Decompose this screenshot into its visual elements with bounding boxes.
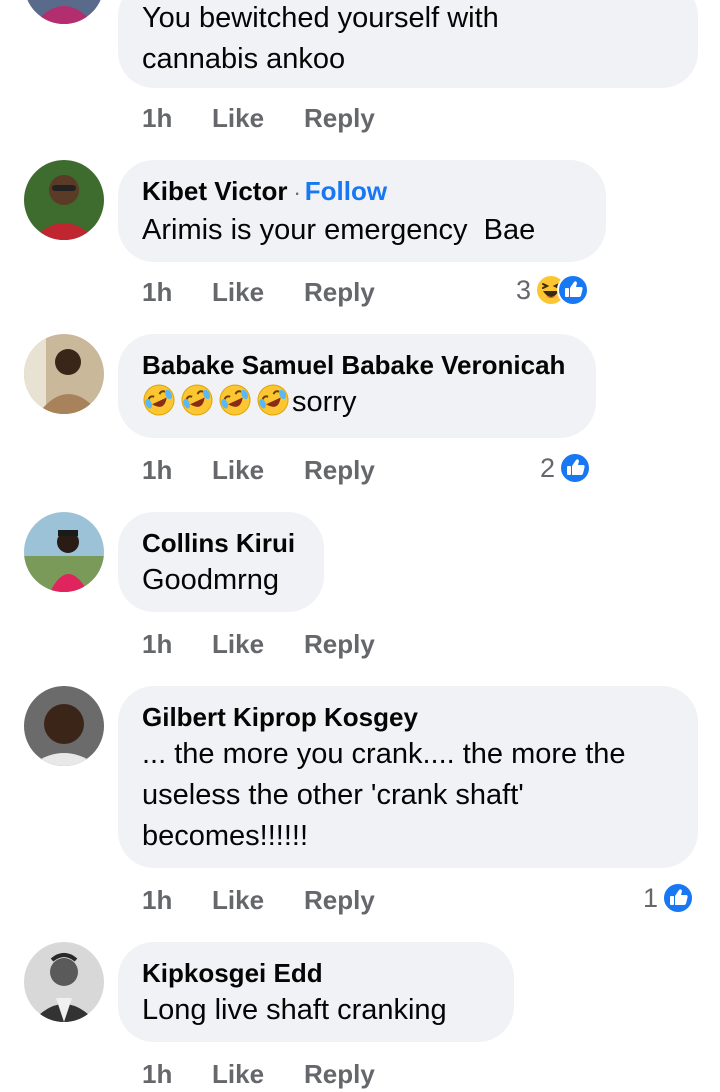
avatar[interactable]	[24, 0, 104, 24]
reaction-count: 3	[516, 275, 532, 305]
avatar[interactable]	[24, 686, 104, 766]
comment-actions: 1h Like Reply	[142, 100, 375, 136]
comment-actions: 1h Like Reply	[142, 1056, 375, 1092]
reply-button[interactable]: Reply	[304, 274, 375, 310]
comment-text: Arimis is your emergency Bae	[142, 214, 536, 246]
reaction-icons	[535, 273, 591, 307]
separator-dot: ·	[293, 180, 301, 205]
comment-actions: 1h Like Reply	[142, 274, 375, 310]
like-icon	[559, 452, 591, 484]
like-button[interactable]: Like	[212, 882, 304, 918]
comment-text: cannabis ankoo	[142, 43, 346, 75]
comment-bubble[interactable]: Kipkosgei Edd Long live shaft cranking	[118, 942, 514, 1042]
author-name[interactable]: Kibet Victor	[142, 176, 287, 206]
follow-button[interactable]: Follow	[305, 176, 387, 206]
comment-actions: 1h Like Reply	[142, 882, 375, 918]
like-button[interactable]: Like	[212, 274, 304, 310]
like-button[interactable]: Like	[212, 626, 304, 662]
reaction-summary[interactable]: 1	[643, 880, 694, 916]
comment-bubble[interactable]: You bewitched yourself with cannabis ank…	[118, 0, 698, 88]
comment-text: sorry	[142, 382, 572, 423]
like-button[interactable]: Like	[212, 100, 304, 136]
avatar[interactable]	[24, 512, 104, 592]
like-button[interactable]: Like	[212, 1056, 304, 1092]
reply-button[interactable]: Reply	[304, 452, 375, 488]
like-icon	[557, 274, 589, 306]
reply-button[interactable]: Reply	[304, 1056, 375, 1092]
reaction-summary[interactable]: 3	[516, 272, 591, 308]
timestamp[interactable]: 1h	[142, 626, 212, 662]
timestamp[interactable]: 1h	[142, 882, 212, 918]
timestamp[interactable]: 1h	[142, 274, 212, 310]
timestamp[interactable]: 1h	[142, 100, 212, 136]
comment-actions: 1h Like Reply	[142, 452, 375, 488]
comment-text: ... the more you crank.... the more the	[142, 738, 626, 770]
author-name[interactable]: Babake Samuel Babake Veronicah	[142, 348, 572, 382]
rolling-laughing-emoji	[180, 383, 214, 417]
comment-actions: 1h Like Reply	[142, 626, 375, 662]
comment-bubble[interactable]: Collins Kirui Goodmrng	[118, 512, 324, 612]
comment-bubble[interactable]: Gilbert Kiprop Kosgey ... the more you c…	[118, 686, 698, 868]
like-button[interactable]: Like	[212, 452, 304, 488]
reaction-count: 2	[540, 453, 556, 483]
comment-text: becomes!!!!!!	[142, 820, 309, 852]
comment-text: Goodmrng	[142, 564, 280, 596]
avatar[interactable]	[24, 334, 104, 414]
rolling-laughing-emoji	[218, 383, 252, 417]
comment-text: You bewitched yourself with	[142, 2, 499, 34]
reaction-summary[interactable]: 2	[540, 450, 591, 486]
reaction-count: 1	[643, 883, 659, 913]
reply-button[interactable]: Reply	[304, 626, 375, 662]
comment-text: useless the other 'crank shaft'	[142, 779, 524, 811]
avatar[interactable]	[24, 160, 104, 240]
author-name[interactable]: Gilbert Kiprop Kosgey	[142, 700, 674, 734]
author-name[interactable]: Kipkosgei Edd	[142, 956, 490, 990]
comment-text: Long live shaft cranking	[142, 994, 447, 1026]
comment-author[interactable]: Kibet Victor · Follow	[142, 174, 582, 210]
reply-button[interactable]: Reply	[304, 100, 375, 136]
like-icon	[662, 882, 694, 914]
reply-button[interactable]: Reply	[304, 882, 375, 918]
comment-bubble[interactable]: Babake Samuel Babake Veronicah sorry	[118, 334, 596, 438]
timestamp[interactable]: 1h	[142, 452, 212, 488]
timestamp[interactable]: 1h	[142, 1056, 212, 1092]
author-name[interactable]: Collins Kirui	[142, 526, 300, 560]
rolling-laughing-emoji	[256, 383, 290, 417]
avatar[interactable]	[24, 942, 104, 1022]
comment-bubble[interactable]: Kibet Victor · Follow Arimis is your emerg…	[118, 160, 606, 262]
comment-text-body: sorry	[292, 386, 357, 418]
rolling-laughing-emoji	[142, 383, 176, 417]
